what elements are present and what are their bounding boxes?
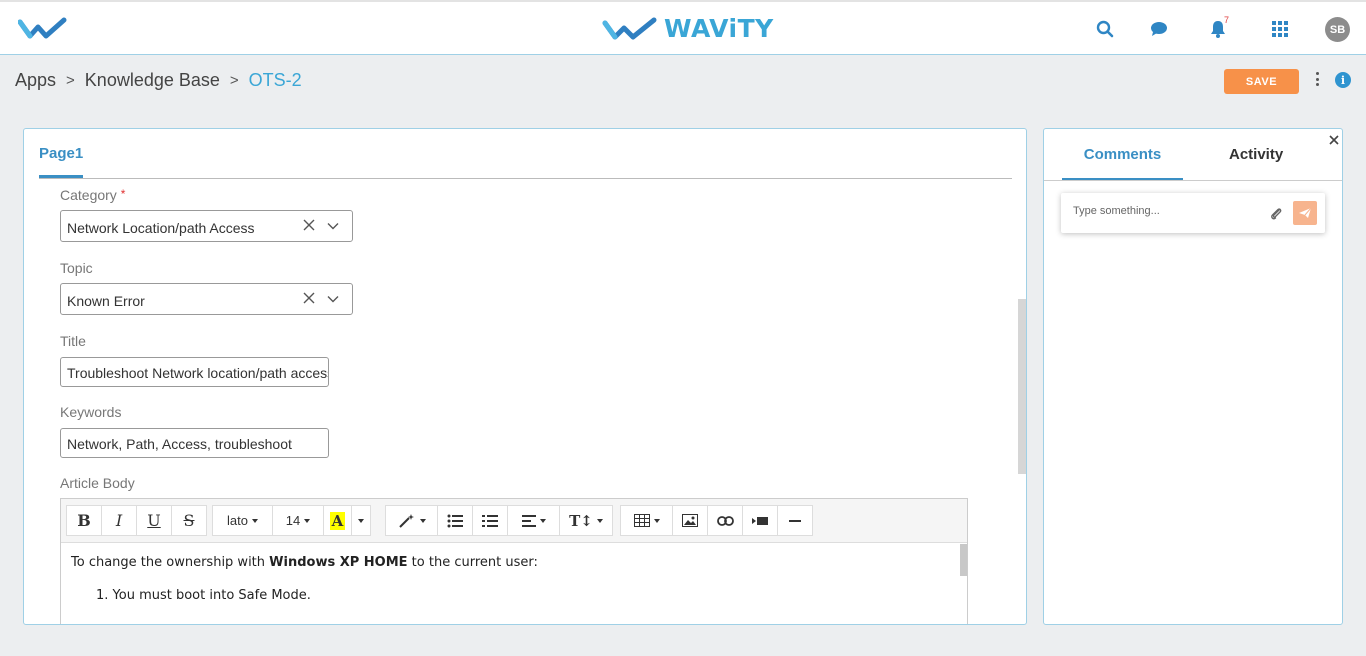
insert-group	[620, 505, 813, 536]
strikethrough-button[interactable]: S	[172, 506, 206, 535]
bold-button[interactable]: B	[67, 506, 102, 535]
color-dropdown[interactable]	[352, 506, 370, 535]
highlight-color-button[interactable]: A	[324, 506, 352, 535]
breadcrumb: Apps > Knowledge Base > OTS-2	[15, 70, 302, 91]
category-select[interactable]: Network Location/path Access	[60, 210, 353, 242]
topic-value: Known Error	[67, 293, 145, 309]
content-text: to the current user:	[407, 555, 538, 570]
search-icon[interactable]	[1094, 18, 1116, 40]
chat-icon[interactable]	[1148, 18, 1170, 40]
category-label: Category *	[60, 187, 125, 203]
comments-panel: Comments Activity	[1043, 128, 1343, 625]
align-dropdown[interactable]	[508, 506, 560, 535]
info-icon[interactable]: i	[1335, 72, 1351, 88]
format-group: T↕	[385, 505, 613, 536]
tab-comments[interactable]: Comments	[1062, 146, 1183, 181]
top-bar: WAViTY 7 SB	[0, 0, 1366, 55]
rich-text-editor: B I U S lato 14 A T↕ To change the owner…	[60, 498, 968, 624]
tab-page1[interactable]: Page1	[39, 145, 84, 178]
link-icon	[716, 515, 734, 526]
table-dropdown[interactable]	[621, 506, 673, 535]
tab-divider	[39, 178, 1012, 179]
align-left-icon	[521, 514, 536, 527]
content-bold-text: Windows XP HOME	[269, 555, 408, 570]
brand-mark-icon	[602, 17, 657, 39]
send-button[interactable]	[1293, 201, 1317, 225]
article-form-panel: Page1 Category * Network Location/path A…	[23, 128, 1027, 625]
close-icon[interactable]	[1327, 133, 1341, 147]
font-size-value: 14	[285, 513, 301, 528]
breadcrumb-apps[interactable]: Apps	[15, 70, 56, 91]
notification-count: 7	[1224, 15, 1230, 25]
bullet-list-icon	[447, 514, 463, 527]
bold-icon: B	[77, 511, 91, 530]
image-icon	[682, 514, 698, 527]
clear-icon[interactable]	[302, 218, 316, 232]
horizontal-rule-icon	[789, 519, 801, 522]
table-icon	[633, 514, 650, 527]
required-mark: *	[120, 187, 126, 201]
breadcrumb-current: OTS-2	[248, 70, 302, 90]
italic-icon: I	[115, 511, 123, 530]
tab-activity[interactable]: Activity	[1229, 146, 1283, 163]
keywords-label: Keywords	[60, 404, 122, 420]
editor-scrollbar[interactable]	[960, 544, 967, 576]
topic-label: Topic	[60, 260, 93, 276]
bullet-list-button[interactable]	[438, 506, 473, 535]
breadcrumb-separator: >	[229, 72, 239, 89]
editor-toolbar: B I U S lato 14 A T↕	[61, 499, 967, 543]
magic-format-button[interactable]	[386, 506, 438, 535]
chevron-down-icon[interactable]	[326, 292, 340, 306]
font-family-value: lato	[227, 513, 248, 528]
line-height-dropdown[interactable]: T↕	[560, 506, 612, 535]
clear-icon[interactable]	[302, 291, 316, 305]
font-family-dropdown[interactable]: lato	[213, 506, 273, 535]
numbered-list-icon	[482, 514, 498, 527]
chevron-down-icon[interactable]	[326, 219, 340, 233]
comment-input[interactable]	[1073, 205, 1258, 217]
underline-button[interactable]: U	[137, 506, 172, 535]
topic-select[interactable]: Known Error	[60, 283, 353, 315]
italic-button[interactable]: I	[102, 506, 137, 535]
title-label: Title	[60, 333, 86, 349]
apps-grid-icon[interactable]	[1269, 18, 1291, 40]
send-icon	[1299, 207, 1312, 218]
insert-link-button[interactable]	[708, 506, 743, 535]
tab-divider	[1044, 180, 1342, 181]
strikethrough-icon: S	[183, 511, 195, 530]
numbered-list-button[interactable]	[473, 506, 508, 535]
category-label-text: Category	[60, 187, 117, 203]
keywords-input[interactable]: Network, Path, Access, troubleshoot	[60, 428, 329, 458]
video-icon	[751, 516, 768, 525]
horizontal-rule-button[interactable]	[778, 506, 812, 535]
content-text: To change the ownership with	[71, 555, 270, 570]
font-group: lato 14 A	[212, 505, 371, 536]
insert-video-button[interactable]	[743, 506, 778, 535]
text-style-group: B I U S	[66, 505, 207, 536]
list-item: 1. You must boot into Safe Mode.	[96, 588, 311, 603]
save-button[interactable]: SAVE	[1224, 69, 1299, 94]
brand-name: WAViTY	[664, 14, 774, 43]
paperclip-icon[interactable]	[1269, 205, 1283, 226]
article-body-label: Article Body	[60, 475, 135, 491]
font-size-dropdown[interactable]: 14	[273, 506, 324, 535]
avatar[interactable]: SB	[1325, 17, 1350, 42]
form-scrollbar[interactable]	[1018, 299, 1026, 474]
text-color-icon: A	[329, 511, 346, 530]
comment-composer	[1061, 193, 1325, 233]
line-height-icon: T↕	[569, 511, 593, 530]
insert-image-button[interactable]	[673, 506, 708, 535]
breadcrumb-separator: >	[66, 72, 75, 89]
magic-wand-icon	[398, 513, 414, 528]
underline-icon: U	[147, 511, 161, 530]
app-logo-icon[interactable]	[17, 16, 68, 45]
more-options-icon[interactable]	[1311, 72, 1323, 90]
brand-logo: WAViTY	[602, 14, 774, 43]
editor-content[interactable]: To change the ownership with Windows XP …	[71, 555, 538, 570]
title-input[interactable]: Troubleshoot Network location/path acces…	[60, 357, 329, 387]
category-value: Network Location/path Access	[67, 220, 255, 236]
breadcrumb-knowledge-base[interactable]: Knowledge Base	[85, 70, 220, 91]
